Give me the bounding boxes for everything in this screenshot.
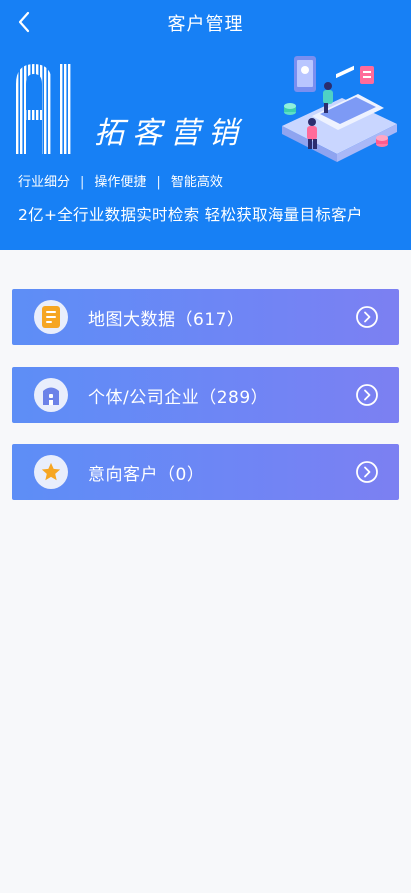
feature-separator: | xyxy=(80,175,85,190)
header-banner: 客户管理 拓客营销 行业细分 | 操作便捷 | 智能高效 2亿+全行业数据实时检索 轻松… xyxy=(0,0,411,250)
tagline: 2亿+全行业数据实时检索 轻松获取海量目标客户 xyxy=(18,206,363,224)
menu-item-map-data[interactable]: 地图大数据（617） xyxy=(12,289,399,345)
nav-bar: 客户管理 xyxy=(0,0,411,44)
feature-list: 行业细分 | 操作便捷 | 智能高效 xyxy=(18,171,223,190)
feature-separator: | xyxy=(156,175,161,190)
document-icon xyxy=(34,300,68,334)
building-icon xyxy=(34,378,68,412)
star-icon xyxy=(34,455,68,489)
chevron-right-circle-icon[interactable] xyxy=(355,305,379,329)
ai-logo xyxy=(16,64,72,154)
page-title: 客户管理 xyxy=(167,14,244,35)
menu-item-intent-customers[interactable]: 意向客户（0） xyxy=(12,444,399,500)
menu-item-label: 地图大数据（617） xyxy=(88,310,245,330)
chevron-right-circle-icon[interactable] xyxy=(355,460,379,484)
feature-item: 智能高效 xyxy=(170,175,223,190)
slogan: 拓客营销 xyxy=(94,116,246,151)
menu-item-company[interactable]: 个体/公司企业（289） xyxy=(12,367,399,423)
chevron-right-circle-icon[interactable] xyxy=(355,383,379,407)
feature-item: 行业细分 xyxy=(18,175,71,190)
feature-item: 操作便捷 xyxy=(94,175,147,190)
marketing-illustration xyxy=(282,56,397,162)
menu-item-label: 意向客户（0） xyxy=(88,465,205,485)
menu-item-label: 个体/公司企业（289） xyxy=(88,388,269,408)
